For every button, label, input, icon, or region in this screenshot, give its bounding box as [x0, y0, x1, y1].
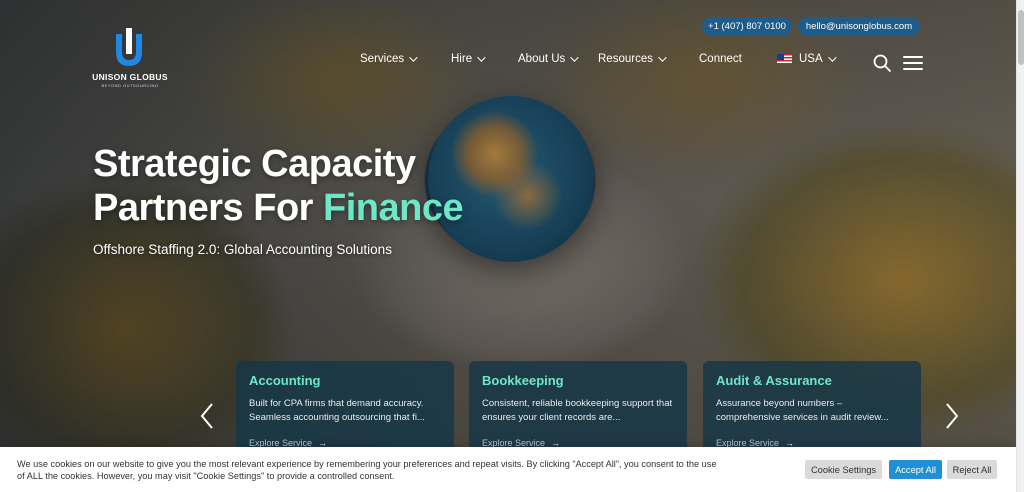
- headline-line-1: Strategic Capacity: [93, 143, 416, 185]
- chevron-left-icon[interactable]: [199, 402, 215, 430]
- main-nav: Services Hire About Us Resources Connect…: [0, 53, 1016, 69]
- card-title: Bookkeeping: [482, 373, 564, 388]
- email-link[interactable]: hello@unisonglobus.com: [798, 17, 920, 36]
- brand-tagline: BEYOND OUTSOURCING: [101, 83, 159, 88]
- brand-name: UNISON GLOBUS: [92, 72, 168, 82]
- chevron-right-icon[interactable]: [944, 402, 960, 430]
- nav-item-connect[interactable]: Connect: [699, 53, 742, 65]
- chevron-down-icon: [658, 53, 667, 62]
- nav-item-services[interactable]: Services: [360, 53, 418, 65]
- service-card-accounting[interactable]: Accounting Built for CPA firms that dema…: [236, 361, 454, 461]
- chevron-down-icon: [570, 53, 579, 62]
- nav-item-about-us[interactable]: About Us: [518, 53, 579, 65]
- cookie-settings-button[interactable]: Cookie Settings: [805, 460, 882, 479]
- reject-all-button[interactable]: Reject All: [947, 460, 997, 479]
- nav-label: Hire: [451, 53, 473, 65]
- hero-subheadline: Offshore Staffing 2.0: Global Accounting…: [93, 242, 392, 257]
- card-description: Assurance beyond numbers – comprehensive…: [716, 398, 889, 423]
- us-flag-icon: [777, 54, 792, 64]
- region-label: USA: [799, 53, 823, 65]
- page-scrollbar[interactable]: [1016, 0, 1024, 492]
- hamburger-menu-icon[interactable]: [903, 55, 923, 71]
- card-description: Built for CPA firms that demand accuracy…: [249, 398, 425, 423]
- chevron-down-icon: [827, 53, 837, 62]
- nav-item-hire[interactable]: Hire: [451, 53, 486, 65]
- web-page: UNISON GLOBUS BEYOND OUTSOURCING +1 (407…: [0, 0, 1016, 492]
- chevron-down-icon: [477, 53, 486, 62]
- nav-label: Connect: [699, 53, 742, 65]
- headline-line-2: Partners For Finance: [93, 186, 533, 230]
- nav-label: About Us: [518, 53, 566, 65]
- nav-label: Resources: [598, 53, 653, 65]
- scrollbar-thumb[interactable]: [1018, 10, 1024, 65]
- headline-prefix: Partners For: [93, 187, 324, 229]
- accept-all-button[interactable]: Accept All: [889, 460, 942, 479]
- card-title: Audit & Assurance: [716, 373, 832, 388]
- card-title: Accounting: [249, 373, 321, 388]
- nav-label: Services: [360, 53, 405, 65]
- phone-link[interactable]: +1 (407) 807 0100: [702, 17, 792, 36]
- headline-accent: Finance: [323, 187, 464, 229]
- search-icon[interactable]: [873, 54, 891, 72]
- card-description: Consistent, reliable bookkeeping support…: [482, 398, 673, 423]
- nav-item-resources[interactable]: Resources: [598, 53, 667, 65]
- service-card-audit-assurance[interactable]: Audit & Assurance Assurance beyond numbe…: [703, 361, 921, 461]
- cookie-text: We use cookies on our website to give yo…: [17, 459, 717, 481]
- hero-headline: Strategic Capacity Partners For Finance: [93, 142, 533, 230]
- cookie-banner: We use cookies on our website to give yo…: [0, 447, 1016, 492]
- region-selector[interactable]: USA: [777, 53, 837, 65]
- chevron-down-icon: [409, 53, 418, 62]
- service-card-bookkeeping[interactable]: Bookkeeping Consistent, reliable bookkee…: [469, 361, 687, 461]
